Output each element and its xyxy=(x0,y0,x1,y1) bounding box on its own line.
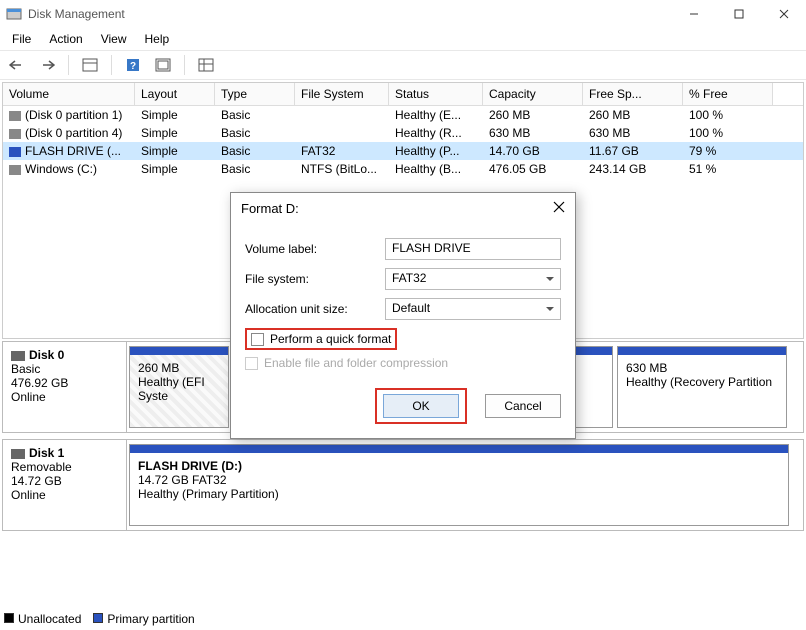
col-volume[interactable]: Volume xyxy=(3,83,135,105)
partition[interactable]: FLASH DRIVE (D:)14.72 GB FAT32Healthy (P… xyxy=(129,444,789,526)
volume-row[interactable]: (Disk 0 partition 4)SimpleBasicHealthy (… xyxy=(3,124,803,142)
volume-row[interactable]: (Disk 0 partition 1)SimpleBasicHealthy (… xyxy=(3,106,803,124)
app-icon xyxy=(6,6,22,22)
drive-icon xyxy=(9,147,21,157)
separator xyxy=(68,55,69,75)
swatch-unallocated-icon xyxy=(4,613,14,623)
filesystem-select[interactable]: FAT32 xyxy=(385,268,561,290)
col-type[interactable]: Type xyxy=(215,83,295,105)
disk-header: Disk 1Removable14.72 GBOnline xyxy=(3,440,127,530)
compression-checkbox xyxy=(245,357,258,370)
quick-format-highlight: Perform a quick format xyxy=(245,328,397,350)
cancel-button[interactable]: Cancel xyxy=(485,394,561,418)
disk-block: Disk 1Removable14.72 GBOnlineFLASH DRIVE… xyxy=(2,439,804,531)
volume-row[interactable]: Windows (C:)SimpleBasicNTFS (BitLo...Hea… xyxy=(3,160,803,178)
quick-format-checkbox[interactable] xyxy=(251,333,264,346)
menu-action[interactable]: Action xyxy=(41,30,90,48)
dialog-close-button[interactable] xyxy=(553,201,565,216)
menu-view[interactable]: View xyxy=(93,30,135,48)
volume-header: Volume Layout Type File System Status Ca… xyxy=(3,83,803,106)
window-title: Disk Management xyxy=(28,7,671,21)
menu-file[interactable]: File xyxy=(4,30,39,48)
separator xyxy=(184,55,185,75)
quick-format-label: Perform a quick format xyxy=(270,332,391,346)
drive-icon xyxy=(9,111,21,121)
partition[interactable]: 260 MBHealthy (EFI Syste xyxy=(129,346,229,428)
menubar: File Action View Help xyxy=(0,28,806,50)
svg-text:?: ? xyxy=(130,61,136,72)
help-icon[interactable]: ? xyxy=(122,54,144,76)
label-volume: Volume label: xyxy=(245,242,385,256)
col-free[interactable]: Free Sp... xyxy=(583,83,683,105)
drive-icon xyxy=(9,129,21,139)
maximize-button[interactable] xyxy=(716,0,761,28)
swatch-primary-icon xyxy=(93,613,103,623)
label-allocation: Allocation unit size: xyxy=(245,302,385,316)
col-layout[interactable]: Layout xyxy=(135,83,215,105)
disk-header: Disk 0Basic476.92 GBOnline xyxy=(3,342,127,432)
legend-primary: Primary partition xyxy=(107,612,194,626)
legend-unallocated: Unallocated xyxy=(18,612,81,626)
toolbar: ? xyxy=(0,50,806,80)
refresh-icon[interactable] xyxy=(152,54,174,76)
label-filesystem: File system: xyxy=(245,272,385,286)
titlebar: Disk Management xyxy=(0,0,806,28)
menu-help[interactable]: Help xyxy=(137,30,178,48)
allocation-select[interactable]: Default xyxy=(385,298,561,320)
col-status[interactable]: Status xyxy=(389,83,483,105)
drive-icon xyxy=(9,165,21,175)
ok-highlight: OK xyxy=(375,388,467,424)
minimize-button[interactable] xyxy=(671,0,716,28)
col-pct[interactable]: % Free xyxy=(683,83,773,105)
legend: Unallocated Primary partition xyxy=(4,612,195,626)
back-button[interactable] xyxy=(6,54,28,76)
disk-icon xyxy=(11,351,25,361)
dialog-title: Format D: xyxy=(241,201,299,216)
list-icon[interactable] xyxy=(195,54,217,76)
ok-button[interactable]: OK xyxy=(383,394,459,418)
col-capacity[interactable]: Capacity xyxy=(483,83,583,105)
disk-icon xyxy=(11,449,25,459)
volume-row[interactable]: FLASH DRIVE (...SimpleBasicFAT32Healthy … xyxy=(3,142,803,160)
compression-label: Enable file and folder compression xyxy=(264,356,448,370)
separator xyxy=(111,55,112,75)
col-fs[interactable]: File System xyxy=(295,83,389,105)
format-dialog: Format D: Volume label: FLASH DRIVE File… xyxy=(230,192,576,439)
close-button[interactable] xyxy=(761,0,806,28)
forward-button[interactable] xyxy=(36,54,58,76)
volume-label-input[interactable]: FLASH DRIVE xyxy=(385,238,561,260)
layout-icon[interactable] xyxy=(79,54,101,76)
partition[interactable]: 630 MBHealthy (Recovery Partition xyxy=(617,346,787,428)
